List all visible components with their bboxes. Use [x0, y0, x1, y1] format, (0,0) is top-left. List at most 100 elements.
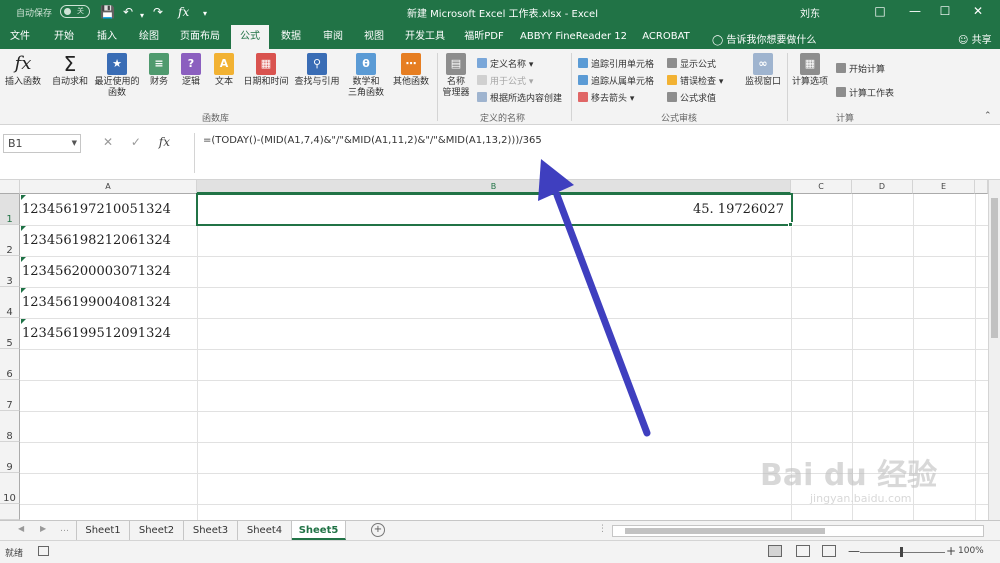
- tab-draw[interactable]: 绘图: [131, 25, 167, 49]
- tab-view[interactable]: 视图: [358, 25, 390, 49]
- cancel-entry-icon[interactable]: ✕: [103, 135, 113, 149]
- sheet-tab-1[interactable]: Sheet1: [76, 521, 130, 540]
- page-break-view-icon[interactable]: [822, 545, 836, 557]
- close-icon[interactable]: ✕: [968, 2, 988, 22]
- horizontal-scroll-thumb[interactable]: [625, 528, 825, 534]
- tab-file[interactable]: 文件: [2, 25, 38, 49]
- insert-function-quick-icon[interactable]: fx: [178, 4, 189, 20]
- selected-cell-b1[interactable]: [196, 193, 793, 226]
- collapse-ribbon-icon[interactable]: ⌃: [984, 111, 992, 121]
- sheet-tab-4[interactable]: Sheet4: [238, 521, 292, 540]
- tab-abbyy[interactable]: ABBYY FineReader 12: [520, 25, 627, 49]
- sheet-more-icon[interactable]: …: [60, 524, 69, 534]
- share-button[interactable]: ☺ 共享: [958, 31, 992, 46]
- vertical-scrollbar[interactable]: [988, 180, 1000, 520]
- cell-a5[interactable]: 123456199512091324: [22, 326, 171, 341]
- tab-split-icon[interactable]: ⋮: [598, 524, 607, 534]
- row-header-5[interactable]: 5: [0, 318, 20, 349]
- tell-me-search[interactable]: ◯ 告诉我你想要做什么: [712, 31, 816, 46]
- calc-options-button[interactable]: ▦ 计算选项: [790, 53, 830, 88]
- tab-data[interactable]: 数据: [275, 25, 307, 49]
- use-in-formula-button[interactable]: 用于公式 ▾: [477, 74, 533, 87]
- error-indicator-a4[interactable]: [21, 288, 26, 293]
- remove-arrows-button[interactable]: 移去箭头 ▾: [578, 91, 634, 104]
- undo-icon[interactable]: ↶: [123, 4, 133, 20]
- confirm-entry-icon[interactable]: ✓: [131, 135, 141, 149]
- zoom-out-icon[interactable]: —: [848, 544, 860, 558]
- column-header-d[interactable]: D: [852, 180, 913, 194]
- undo-dropdown-icon[interactable]: ▾: [140, 8, 144, 24]
- error-indicator-a5[interactable]: [21, 319, 26, 324]
- logical-button[interactable]: ? 逻辑: [178, 53, 204, 88]
- fill-handle[interactable]: [788, 222, 793, 227]
- sheet-tab-2[interactable]: Sheet2: [130, 521, 184, 540]
- macro-record-icon[interactable]: [38, 546, 49, 556]
- cell-a4[interactable]: 123456199004081324: [22, 295, 171, 310]
- trace-precedents-button[interactable]: 追踪引用单元格: [578, 57, 654, 70]
- name-box[interactable]: B1 ▼: [3, 134, 81, 153]
- row-header-7[interactable]: 7: [0, 380, 20, 411]
- datetime-button[interactable]: ▦ 日期和时间: [241, 53, 291, 88]
- watch-window-button[interactable]: ∞ 监视窗口: [742, 53, 784, 88]
- cell-a1[interactable]: 123456197210051324: [22, 202, 171, 217]
- minimize-icon[interactable]: —: [905, 2, 925, 22]
- column-header-e[interactable]: E: [913, 180, 975, 194]
- formula-input[interactable]: =(TODAY()-(MID(A1,7,4)&"/"&MID(A1,11,2)&…: [194, 133, 994, 173]
- horizontal-scrollbar[interactable]: [612, 525, 984, 537]
- column-header-b[interactable]: B: [197, 180, 791, 194]
- tab-review[interactable]: 审阅: [317, 25, 349, 49]
- column-header-c[interactable]: C: [791, 180, 852, 194]
- error-checking-button[interactable]: 错误检查 ▾: [667, 74, 723, 87]
- row-header-6[interactable]: 6: [0, 349, 20, 380]
- text-button[interactable]: A 文本: [211, 53, 237, 88]
- vertical-scroll-thumb[interactable]: [991, 198, 998, 338]
- tab-developer[interactable]: 开发工具: [401, 25, 449, 49]
- zoom-in-icon[interactable]: +: [946, 544, 956, 558]
- define-name-button[interactable]: 定义名称 ▾: [477, 57, 533, 70]
- row-header-1[interactable]: 1: [0, 194, 20, 225]
- maximize-icon[interactable]: ☐: [935, 2, 955, 22]
- lookup-button[interactable]: ⚲ 查找与引用: [292, 53, 342, 88]
- error-indicator-a1[interactable]: [21, 195, 26, 200]
- add-sheet-icon[interactable]: +: [371, 523, 385, 537]
- cell-a3[interactable]: 123456200003071324: [22, 264, 171, 279]
- row-header-10[interactable]: 10: [0, 473, 20, 504]
- other-functions-button[interactable]: ⋯ 其他函数: [390, 53, 432, 88]
- row-header-4[interactable]: 4: [0, 287, 20, 318]
- ribbon-display-icon[interactable]: □: [870, 2, 890, 22]
- insert-function-fx-icon[interactable]: fx: [159, 135, 170, 149]
- sheet-tab-3[interactable]: Sheet3: [184, 521, 238, 540]
- row-header-9[interactable]: 9: [0, 442, 20, 473]
- next-sheet-icon[interactable]: ▶: [40, 524, 46, 533]
- calc-now-button[interactable]: 开始计算: [836, 62, 885, 75]
- evaluate-formula-button[interactable]: 公式求值: [667, 91, 716, 104]
- sheet-tab-5[interactable]: Sheet5: [292, 521, 346, 540]
- row-header-2[interactable]: 2: [0, 225, 20, 256]
- autosum-button[interactable]: Σ 自动求和: [50, 53, 90, 88]
- tab-foxit-pdf[interactable]: 福昕PDF: [461, 25, 507, 49]
- save-icon[interactable]: 💾: [100, 4, 115, 20]
- math-button[interactable]: θ 数学和 三角函数: [344, 53, 388, 99]
- show-formulas-button[interactable]: 显示公式: [667, 57, 716, 70]
- column-header-a[interactable]: A: [20, 180, 197, 194]
- error-indicator-a2[interactable]: [21, 226, 26, 231]
- user-name[interactable]: 刘东: [800, 5, 820, 20]
- row-header-8[interactable]: 8: [0, 411, 20, 442]
- financial-button[interactable]: ≡ 财务: [146, 53, 172, 88]
- autosave-toggle[interactable]: 关: [60, 5, 90, 18]
- tab-acrobat[interactable]: ACROBAT: [640, 25, 692, 49]
- recent-functions-button[interactable]: ★ 最近使用的 函数: [92, 53, 142, 99]
- customize-qat-icon[interactable]: ▾: [203, 6, 207, 22]
- tab-insert[interactable]: 插入: [89, 25, 125, 49]
- normal-view-icon[interactable]: [768, 545, 782, 557]
- trace-dependents-button[interactable]: 追踪从属单元格: [578, 74, 654, 87]
- name-manager-button[interactable]: ▤ 名称 管理器: [440, 53, 472, 99]
- insert-function-button[interactable]: fx 插入函数: [3, 53, 43, 88]
- prev-sheet-icon[interactable]: ◀: [18, 524, 24, 533]
- calc-sheet-button[interactable]: 计算工作表: [836, 86, 894, 99]
- row-header-3[interactable]: 3: [0, 256, 20, 287]
- zoom-level[interactable]: 100%: [958, 546, 984, 556]
- error-indicator-a3[interactable]: [21, 257, 26, 262]
- zoom-slider-thumb[interactable]: [900, 547, 903, 557]
- tab-page-layout[interactable]: 页面布局: [176, 25, 224, 49]
